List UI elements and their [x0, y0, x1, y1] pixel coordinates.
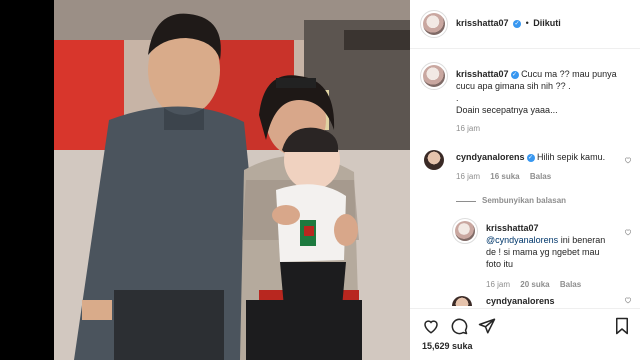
instagram-post-viewer: krisshatta07 ✓ • Diikuti krisshatta07 ✓ C… [0, 0, 640, 360]
author-avatar[interactable] [420, 10, 448, 38]
caption-line-2: cucu apa gimana sih nih ?? . [456, 81, 571, 91]
likes-count[interactable]: 15,629 suka [422, 341, 473, 351]
caption-line-dot: . [456, 93, 459, 103]
reply-mention[interactable]: @cyndyanalorens [486, 235, 558, 245]
reply-likes[interactable]: 20 suka [520, 280, 549, 289]
header-divider [410, 48, 640, 49]
post-header: krisshatta07 ✓ • Diikuti [410, 0, 640, 48]
comment-item: cyndyanalorens ✓ Hilih sepik kamu. 16 jam… [410, 146, 640, 186]
follow-status-button[interactable]: Diikuti [533, 18, 561, 28]
reply-meta: 16 jam 20 suka Balas [486, 280, 581, 289]
caption-avatar[interactable] [420, 62, 448, 90]
reply-text: krisshatta07 @cyndyanalorens ini beneran… [486, 222, 634, 270]
header-separator: • [525, 18, 529, 28]
reply-avatar[interactable] [452, 218, 478, 244]
reply-time: 16 jam [486, 280, 511, 289]
comment-time: 16 jam [456, 172, 481, 181]
commenter-avatar[interactable] [452, 296, 472, 306]
caption-text: krisshatta07 ✓ Cucu ma ?? mau punya cucu … [456, 68, 634, 116]
comment-likes[interactable]: 16 suka [490, 172, 519, 181]
heart-icon[interactable] [624, 296, 632, 304]
reply-line-3: foto itu [486, 259, 514, 269]
reply-reply-button[interactable]: Balas [560, 280, 581, 289]
comment-text: cyndyanalorens ✓ Hilih sepik kamu. [456, 152, 605, 162]
reply-line-1: ini beneran [558, 235, 606, 245]
verified-icon: ✓ [526, 153, 535, 162]
hide-replies-line [456, 201, 476, 202]
comment-meta: 16 jam 16 suka Balas [456, 172, 551, 181]
hide-replies-toggle[interactable]: Sembunyikan balasan [410, 196, 640, 208]
bookmark-icon[interactable] [614, 317, 630, 335]
caption-line-3: Doain secepatnya yaaa... [456, 105, 558, 115]
share-icon[interactable] [478, 317, 496, 335]
commenter-avatar[interactable] [424, 150, 444, 170]
verified-icon: ✓ [510, 70, 519, 79]
caption-line-1: Cucu ma ?? mau punya [521, 69, 617, 79]
action-bar: 15,629 suka [410, 309, 640, 360]
comment-username[interactable]: cyndyanalorens [486, 296, 555, 306]
reply-username[interactable]: krisshatta07 [486, 223, 539, 233]
header-username[interactable]: krisshatta07 [456, 18, 509, 28]
comment-icon[interactable] [450, 317, 468, 335]
caption-time: 16 jam [456, 124, 481, 133]
post-photo[interactable] [54, 0, 410, 360]
hide-replies-label[interactable]: Sembunyikan balasan [482, 196, 566, 205]
heart-icon[interactable] [624, 228, 632, 236]
reply-item: krisshatta07 @cyndyanalorens ini beneran… [410, 216, 640, 296]
heart-icon[interactable] [422, 317, 440, 335]
reply-button[interactable]: Balas [530, 172, 551, 181]
header-user-line: krisshatta07 ✓ • Diikuti [456, 18, 561, 28]
reply-line-2: de ! si mama yg ngebet mau [486, 247, 600, 257]
comments-panel: krisshatta07 ✓ • Diikuti krisshatta07 ✓ C… [410, 0, 640, 360]
photo-illustration [54, 0, 410, 360]
heart-icon[interactable] [624, 156, 632, 164]
comment-body: Hilih sepik kamu. [537, 152, 606, 162]
verified-icon: ✓ [513, 19, 522, 28]
comment-username[interactable]: cyndyanalorens [456, 152, 525, 162]
post-caption: krisshatta07 ✓ Cucu ma ?? mau punya cucu … [410, 60, 640, 140]
caption-username[interactable]: krisshatta07 [456, 69, 509, 79]
comment-item-partial: cyndyanalorens [410, 294, 640, 306]
